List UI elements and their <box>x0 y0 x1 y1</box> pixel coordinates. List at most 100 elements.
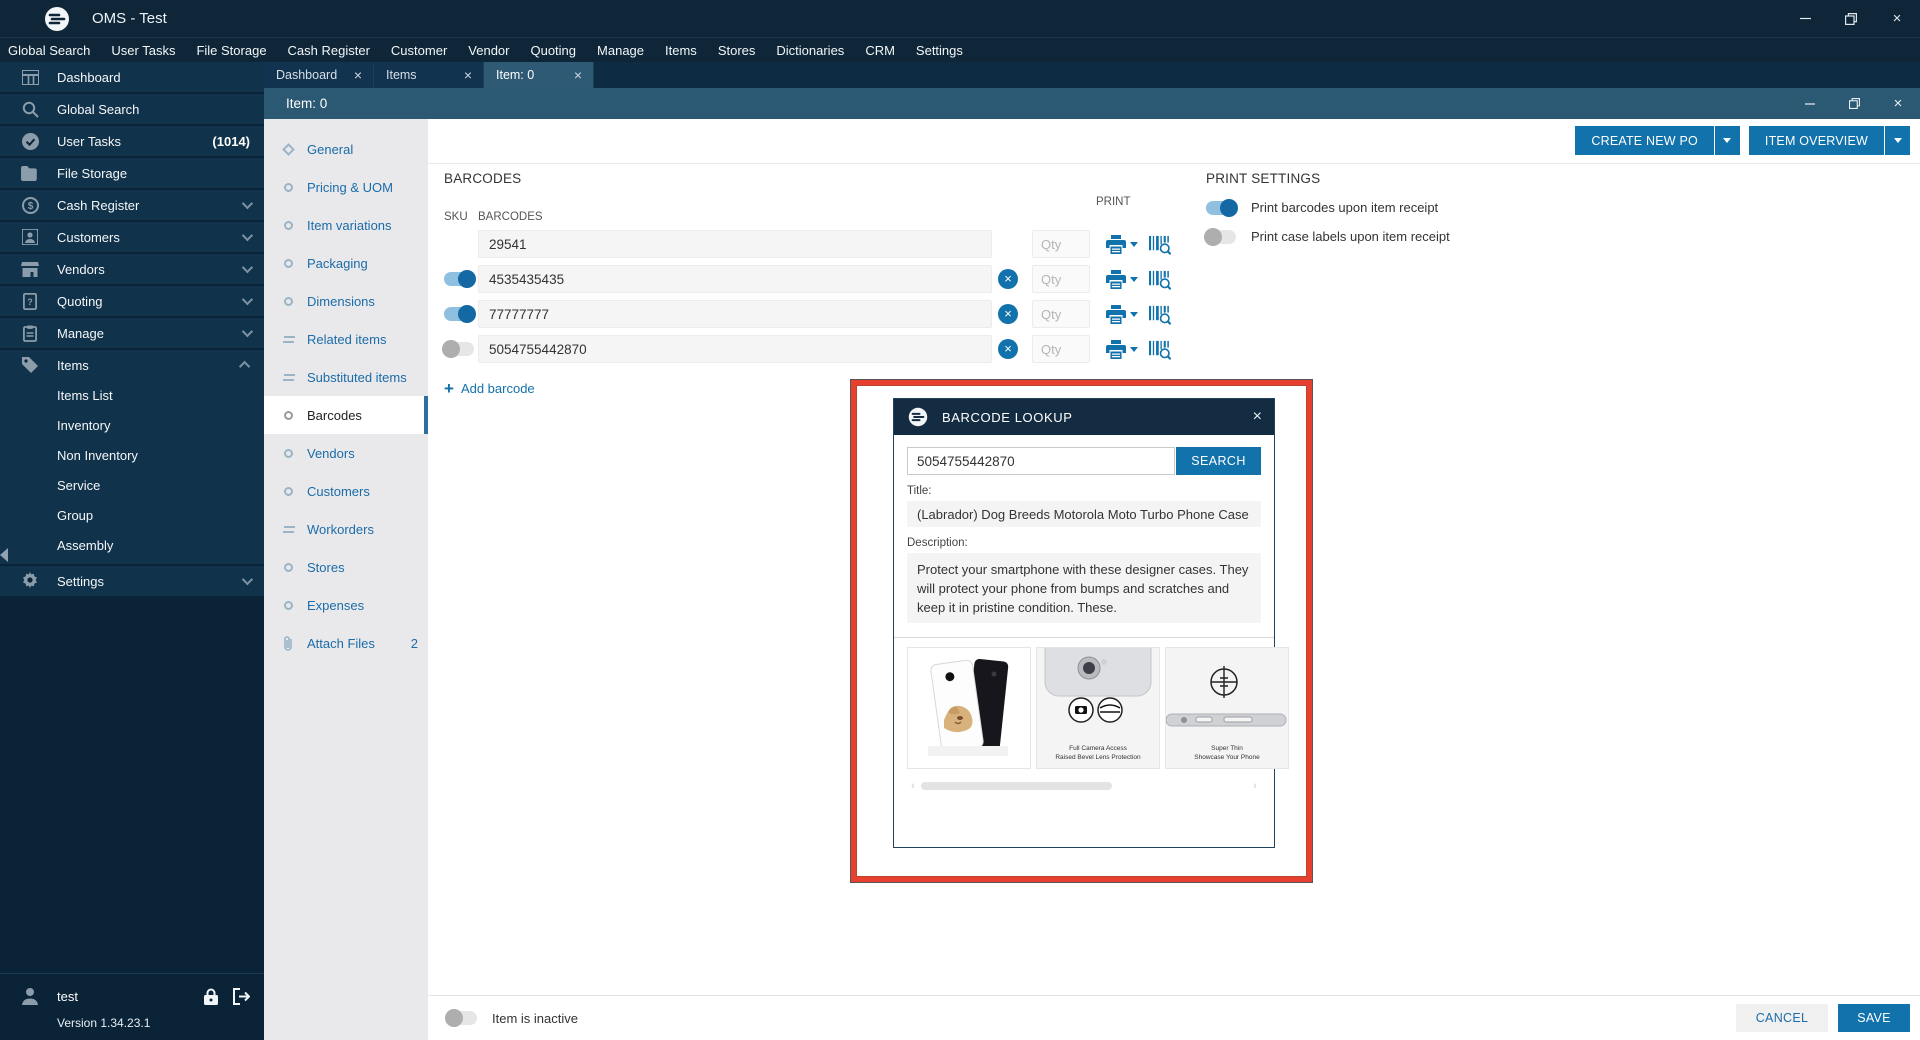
close-icon[interactable]: × <box>1253 408 1262 426</box>
product-image-camera-access[interactable]: Full Camera Access Raised Bevel Lens Pro… <box>1036 647 1160 769</box>
scrollbar-thumb[interactable] <box>921 782 1113 790</box>
item-nav-attach-files[interactable]: Attach Files 2 <box>264 624 428 662</box>
barcode-input[interactable] <box>478 335 992 363</box>
tab-item-0[interactable]: Item: 0 × <box>484 62 594 88</box>
sidebar-item-items[interactable]: Items <box>0 350 264 380</box>
sidebar-item-inventory[interactable]: Inventory <box>0 410 264 440</box>
item-overview-button[interactable]: ITEM OVERVIEW <box>1748 126 1884 155</box>
menu-cash-register[interactable]: Cash Register <box>288 43 370 58</box>
barcode-enabled-toggle[interactable] <box>442 340 474 358</box>
barcode-input[interactable] <box>478 265 992 293</box>
item-nav-stores[interactable]: Stores <box>264 548 428 586</box>
item-nav-pricing-uom[interactable]: Pricing & UOM <box>264 168 428 206</box>
lock-icon[interactable] <box>204 988 218 1005</box>
item-nav-general[interactable]: General <box>264 130 428 168</box>
print-barcode-button[interactable] <box>1106 234 1138 254</box>
item-nav-substituted-items[interactable]: Substituted items <box>264 358 428 396</box>
sidebar-item-quoting[interactable]: ? Quoting <box>0 286 264 316</box>
menu-items[interactable]: Items <box>665 43 697 58</box>
barcode-input[interactable] <box>478 300 992 328</box>
sidebar-item-group[interactable]: Group <box>0 500 264 530</box>
barcode-lookup-icon[interactable] <box>1148 269 1171 290</box>
product-image-dog-case[interactable] <box>907 647 1031 769</box>
create-new-po-button[interactable]: CREATE NEW PO <box>1575 126 1714 155</box>
save-button[interactable]: SAVE <box>1838 1004 1910 1032</box>
menu-manage[interactable]: Manage <box>597 43 644 58</box>
sidebar-item-non-inventory[interactable]: Non Inventory <box>0 440 264 470</box>
menu-file-storage[interactable]: File Storage <box>196 43 266 58</box>
inner-minimize-button[interactable] <box>1788 88 1832 119</box>
barcode-lookup-icon[interactable] <box>1148 304 1171 325</box>
menu-stores[interactable]: Stores <box>718 43 756 58</box>
sidebar-item-vendors[interactable]: Vendors <box>0 254 264 284</box>
print-barcodes-toggle[interactable] <box>1206 198 1238 217</box>
scroll-right-icon[interactable]: › <box>1249 781 1261 792</box>
window-minimize-button[interactable] <box>1782 0 1828 37</box>
scroll-left-icon[interactable]: ‹ <box>907 781 919 792</box>
item-nav-packaging[interactable]: Packaging <box>264 244 428 282</box>
close-icon[interactable]: × <box>351 67 365 83</box>
qty-input[interactable] <box>1032 335 1090 363</box>
item-nav-dimensions[interactable]: Dimensions <box>264 282 428 320</box>
sidebar-item-user-tasks[interactable]: User Tasks (1014) <box>0 126 264 156</box>
sidebar-item-manage[interactable]: Manage <box>0 318 264 348</box>
barcode-lookup-icon[interactable] <box>1148 339 1171 360</box>
print-barcode-button[interactable] <box>1106 269 1138 289</box>
close-icon[interactable]: × <box>571 67 585 83</box>
item-nav-customers[interactable]: Customers <box>264 472 428 510</box>
inner-close-button[interactable]: × <box>1876 88 1920 119</box>
item-nav-barcodes[interactable]: Barcodes <box>264 396 428 434</box>
barcode-enabled-toggle[interactable] <box>444 305 476 323</box>
item-nav-item-variations[interactable]: Item variations <box>264 206 428 244</box>
print-barcode-button[interactable] <box>1106 339 1138 359</box>
menu-vendor[interactable]: Vendor <box>468 43 509 58</box>
barcode-search-input[interactable] <box>907 447 1175 475</box>
tab-dashboard[interactable]: Dashboard × <box>264 62 374 88</box>
item-nav-related-items[interactable]: Related items <box>264 320 428 358</box>
barcode-lookup-icon[interactable] <box>1148 234 1171 255</box>
remove-barcode-icon[interactable]: × <box>998 339 1018 359</box>
sku-input[interactable] <box>478 230 992 258</box>
logout-icon[interactable] <box>232 987 250 1005</box>
sidebar-item-service[interactable]: Service <box>0 470 264 500</box>
qty-input[interactable] <box>1032 300 1090 328</box>
inner-restore-button[interactable] <box>1832 88 1876 119</box>
remove-barcode-icon[interactable]: × <box>998 304 1018 324</box>
sidebar-item-customers[interactable]: Customers <box>0 222 264 252</box>
close-icon[interactable]: × <box>461 67 475 83</box>
item-overview-dropdown[interactable] <box>1885 126 1910 155</box>
sidebar-item-settings[interactable]: Settings <box>0 566 264 596</box>
window-close-button[interactable]: × <box>1874 0 1920 37</box>
sidebar-item-global-search[interactable]: Global Search <box>0 94 264 124</box>
tab-items[interactable]: Items × <box>374 62 484 88</box>
menu-user-tasks[interactable]: User Tasks <box>111 43 175 58</box>
menu-customer[interactable]: Customer <box>391 43 447 58</box>
remove-barcode-icon[interactable]: × <box>998 269 1018 289</box>
create-new-po-dropdown[interactable] <box>1714 126 1740 155</box>
print-case-labels-toggle[interactable] <box>1204 227 1236 246</box>
item-nav-workorders[interactable]: Workorders <box>264 510 428 548</box>
menu-settings[interactable]: Settings <box>916 43 963 58</box>
item-inactive-toggle[interactable] <box>445 1009 477 1027</box>
print-barcode-button[interactable] <box>1106 304 1138 324</box>
sidebar-item-cash-register[interactable]: $ Cash Register <box>0 190 264 220</box>
sidebar-item-assembly[interactable]: Assembly <box>0 530 264 560</box>
item-nav-expenses[interactable]: Expenses <box>264 586 428 624</box>
barcode-enabled-toggle[interactable] <box>444 270 476 288</box>
qty-input[interactable] <box>1032 265 1090 293</box>
image-scrollbar[interactable]: ‹ › <box>907 781 1261 792</box>
menu-crm[interactable]: CRM <box>865 43 895 58</box>
menu-dictionaries[interactable]: Dictionaries <box>776 43 844 58</box>
window-restore-button[interactable] <box>1828 0 1874 37</box>
menu-quoting[interactable]: Quoting <box>530 43 576 58</box>
product-image-super-thin[interactable]: Super Thin Showcase Your Phone <box>1165 647 1289 769</box>
item-nav-vendors[interactable]: Vendors <box>264 434 428 472</box>
sidebar-item-dashboard[interactable]: Dashboard <box>0 62 264 92</box>
cancel-button[interactable]: CANCEL <box>1736 1004 1828 1032</box>
sidebar-collapse-icon[interactable] <box>0 548 8 562</box>
menu-global-search[interactable]: Global Search <box>8 43 90 58</box>
sidebar-item-file-storage[interactable]: File Storage <box>0 158 264 188</box>
search-button[interactable]: SEARCH <box>1176 447 1261 475</box>
sidebar-item-items-list[interactable]: Items List <box>0 380 264 410</box>
qty-input[interactable] <box>1032 230 1090 258</box>
